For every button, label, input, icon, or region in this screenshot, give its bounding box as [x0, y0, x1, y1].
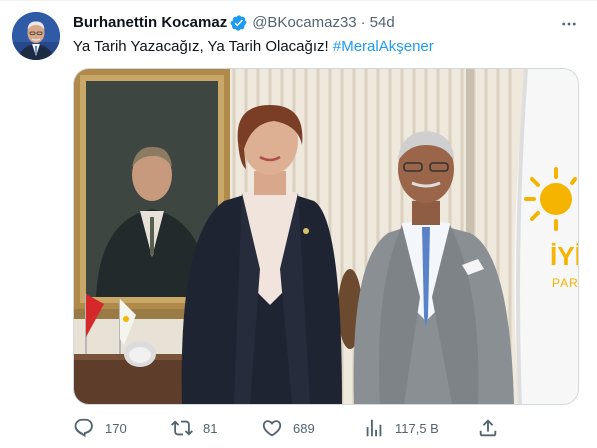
tweet-text: Ya Tarih Yazacağız, Ya Tarih Olacağız! #… [73, 37, 583, 57]
retweet-count: 81 [203, 420, 218, 436]
retweet-button[interactable]: 81 [171, 414, 217, 442]
retweet-icon [171, 420, 193, 436]
views-button[interactable]: 117,5 B [363, 414, 439, 442]
heart-icon [262, 420, 282, 437]
reply-icon [74, 418, 93, 438]
more-options-icon [562, 22, 576, 26]
avatar[interactable] [12, 12, 60, 60]
like-count: 689 [293, 420, 315, 436]
tweet-header: Burhanettin Kocamaz @BKocamaz33 · 54d [73, 13, 395, 33]
like-button[interactable]: 689 [261, 414, 315, 442]
tweet-photo[interactable]: İYİ PARTİ [73, 68, 579, 405]
party-logo-text: İYİ [550, 241, 578, 271]
separator-dot: · [360, 14, 366, 31]
author-name[interactable]: Burhanettin Kocamaz [73, 13, 227, 33]
party-flag: İYİ PARTİ [514, 69, 578, 404]
verified-badge-icon[interactable] [230, 14, 248, 32]
tweet-timestamp[interactable]: 54d [370, 13, 395, 33]
reply-count: 170 [105, 420, 127, 436]
hashtag-link[interactable]: #MeralAkşener [333, 38, 434, 55]
reply-button[interactable]: 170 [73, 414, 127, 442]
tweet-actions-bar: 170 81 689 117,5 B [73, 414, 503, 442]
tweet-card[interactable]: Burhanettin Kocamaz @BKocamaz33 · 54d Ya… [0, 0, 597, 448]
tweet-body: Ya Tarih Yazacağız, Ya Tarih Olacağız! [73, 38, 333, 55]
view-count: 117,5 B [395, 420, 439, 436]
views-chart-icon [366, 419, 382, 437]
share-button[interactable] [477, 414, 499, 442]
divider [0, 0, 597, 1]
author-handle[interactable]: @BKocamaz33 [252, 13, 356, 33]
share-icon [479, 419, 497, 437]
party-logo-subtext: PARTİ [552, 276, 578, 290]
more-options-button[interactable] [558, 14, 580, 34]
